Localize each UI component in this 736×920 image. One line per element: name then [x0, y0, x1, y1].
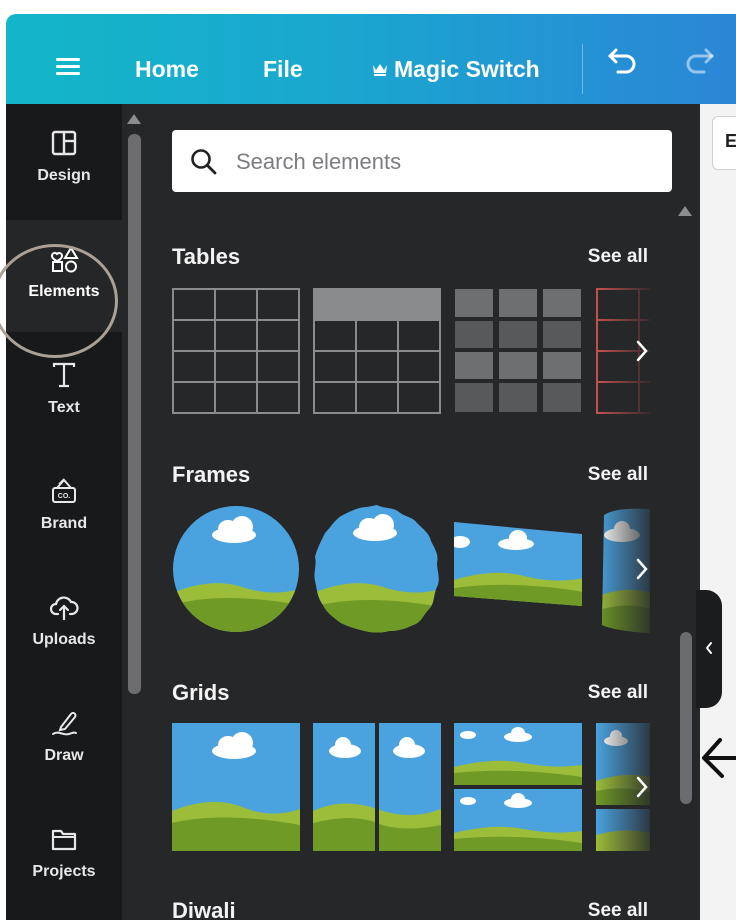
grid-thumbnail[interactable]: [313, 723, 441, 851]
canva-editor-window: Home File Magic Switch Design Elements T…: [0, 0, 736, 920]
section-title-frames: Frames: [172, 462, 251, 487]
rail-label: Design: [37, 167, 91, 184]
panel-scrollbar-thumb[interactable]: [680, 632, 692, 804]
rail-item-brand[interactable]: CO. Brand: [6, 452, 122, 564]
text-icon: [52, 362, 76, 388]
search-box[interactable]: Search elements: [172, 130, 672, 192]
rail-label: Brand: [40, 515, 88, 532]
rail-label: Projects: [32, 863, 96, 880]
svg-text:CO.: CO.: [58, 493, 71, 500]
rail-label: Text: [48, 399, 80, 416]
table-thumbnail[interactable]: [454, 288, 582, 414]
crown-icon: [373, 64, 387, 76]
rail-item-uploads[interactable]: Uploads: [6, 568, 122, 680]
layout-icon: [51, 130, 77, 156]
editor-chip-label: E: [725, 131, 736, 151]
search-input[interactable]: Search elements: [236, 149, 401, 175]
pen-icon: [52, 712, 77, 736]
frame-scallop-thumbnail[interactable]: [313, 503, 441, 635]
table-thumbnail[interactable]: [172, 288, 300, 414]
frame-circle-thumbnail[interactable]: [172, 505, 300, 633]
rail-scrollbar[interactable]: [128, 134, 141, 694]
chevron-right-icon[interactable]: [632, 554, 652, 584]
nav-file[interactable]: File: [263, 56, 303, 83]
see-all-diwali-link[interactable]: See all: [588, 900, 648, 920]
rail-label: Uploads: [32, 631, 96, 648]
section-title-diwali: Diwali: [172, 898, 236, 920]
rail-item-design[interactable]: Design: [6, 104, 122, 216]
table-thumbnail[interactable]: [313, 288, 441, 414]
chevron-left-icon[interactable]: [704, 641, 714, 655]
search-icon: [191, 149, 217, 175]
see-all-tables-link[interactable]: See all: [588, 246, 648, 268]
undo-icon[interactable]: [606, 44, 640, 74]
see-all-grids-link[interactable]: See all: [588, 682, 648, 704]
nav-magic-switch[interactable]: Magic Switch: [394, 56, 540, 83]
section-title-grids: Grids: [172, 680, 230, 705]
editor-canvas-area: [700, 104, 736, 920]
annotation-arrow-icon: [702, 738, 736, 778]
brand-icon: CO.: [52, 478, 76, 503]
rail-label: Draw: [44, 747, 84, 764]
editor-chip[interactable]: E: [712, 116, 736, 170]
grid-thumbnail[interactable]: [172, 723, 300, 851]
redo-icon[interactable]: [682, 44, 716, 74]
menu-icon[interactable]: [56, 58, 80, 76]
scroll-up-arrow-icon[interactable]: [127, 114, 141, 124]
section-title-tables: Tables: [172, 244, 241, 269]
frame-perspective-thumbnail[interactable]: [454, 522, 584, 606]
toolbar-divider: [582, 44, 583, 94]
scroll-up-arrow-icon[interactable]: [678, 206, 692, 216]
rail-item-projects[interactable]: Projects: [6, 800, 122, 912]
see-all-frames-link[interactable]: See all: [588, 464, 648, 486]
rail-item-draw[interactable]: Draw: [6, 684, 122, 796]
grid-thumbnail[interactable]: [454, 723, 582, 851]
chevron-right-icon[interactable]: [632, 336, 652, 366]
chevron-right-icon[interactable]: [632, 772, 652, 802]
nav-home[interactable]: Home: [135, 56, 199, 83]
folder-icon: [51, 829, 77, 851]
cloud-upload-icon: [49, 596, 79, 620]
top-toolbar: Home File Magic Switch: [6, 14, 736, 104]
